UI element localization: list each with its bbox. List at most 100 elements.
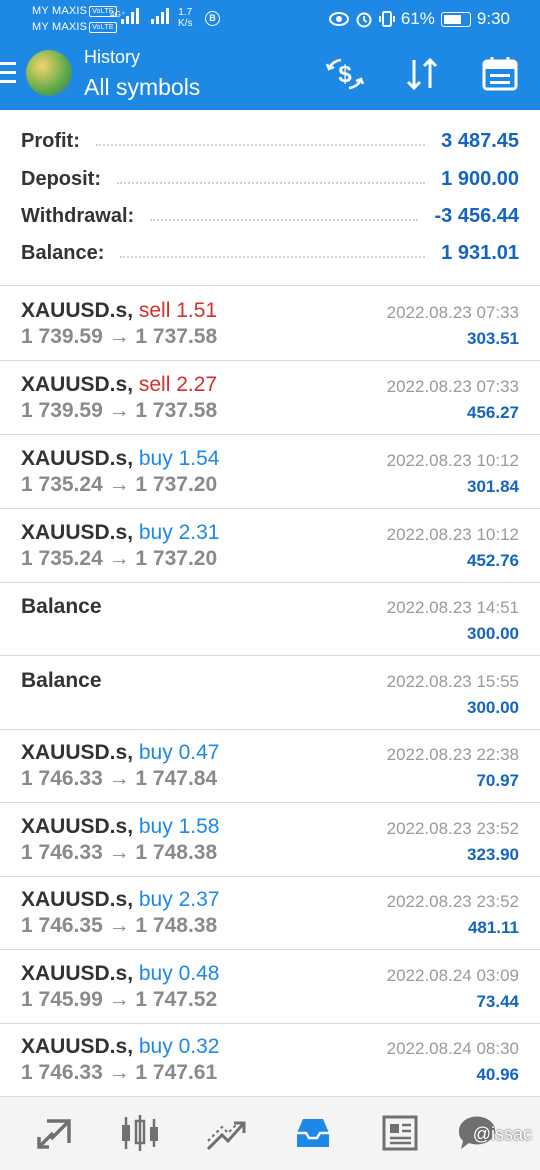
deal-profit: 301.84 (467, 477, 519, 496)
quotes-icon[interactable] (33, 1113, 77, 1153)
deal-prices: 1 745.99 → 1 747.52 (21, 988, 218, 1011)
summary-value: -3 456.44 (434, 204, 519, 227)
deal-prices: 1 746.33 → 1 748.38 (21, 841, 218, 864)
deal-time: 2022.08.23 23:52 (386, 819, 519, 838)
deal-prices: 1 746.35 → 1 748.38 (21, 914, 218, 937)
speed-value: 1.7 (178, 7, 193, 18)
volte-badge-2: VoLTE (89, 22, 117, 33)
summary-row-deposit: Deposit: 1 900.00 (21, 161, 519, 197)
sort-icon[interactable] (400, 52, 444, 96)
balance-row[interactable]: Balance 2022.08.23 14:51 300.00 (0, 582, 540, 656)
history-icon[interactable] (291, 1113, 335, 1153)
page-subtitle: History (84, 47, 141, 67)
deal-row[interactable]: XAUUSD.s, buy 0.32 1 746.33 → 1 747.61 2… (0, 1023, 540, 1097)
alarm-icon (356, 12, 372, 28)
deal-side: buy 0.32 (138, 1035, 220, 1058)
signal-2-icon (151, 8, 169, 24)
deal-time: 2022.08.24 08:30 (386, 1039, 519, 1058)
summary-label: Withdrawal: (21, 204, 135, 227)
summary-row-withdrawal: Withdrawal: -3 456.44 (21, 198, 519, 234)
deal-time: 2022.08.23 10:12 (386, 451, 519, 470)
dotted-leader (117, 182, 426, 184)
deal-time: 2022.08.23 10:12 (386, 525, 519, 544)
deal-side: buy 2.31 (138, 521, 220, 544)
vibrate-icon (378, 11, 395, 27)
deal-profit: 40.96 (476, 1065, 519, 1084)
b-badge: B (205, 11, 220, 26)
clock: 9:30 (476, 9, 510, 28)
deal-profit: 70.97 (476, 771, 519, 790)
app-header: MY MAXIS VoLTE MY MAXIS VoLTE 4G⁺ 1.7 K/s … (0, 0, 540, 110)
deal-symbol: XAUUSD.s, (21, 447, 134, 470)
deal-profit: 323.90 (467, 845, 519, 864)
dotted-leader (150, 219, 419, 221)
deal-symbol: Balance (21, 669, 102, 692)
deal-prices: 1 739.59 → 1 737.58 (21, 325, 218, 348)
carrier-1: MY MAXIS VoLTE (32, 4, 117, 18)
deal-time: 2022.08.23 22:38 (386, 745, 519, 764)
deal-profit: 456.27 (467, 403, 519, 422)
deal-row[interactable]: XAUUSD.s, sell 2.27 1 739.59 → 1 737.58 … (0, 361, 540, 435)
svg-text:$: $ (338, 61, 352, 88)
deal-side: buy 0.47 (138, 741, 220, 764)
watermark: @issac (472, 1124, 532, 1144)
deal-profit: 303.51 (467, 329, 519, 348)
deal-profit: 481.11 (467, 918, 519, 937)
deal-row[interactable]: XAUUSD.s, buy 0.48 1 745.99 → 1 747.52 2… (0, 950, 540, 1024)
deal-symbol: Balance (21, 595, 102, 618)
deal-time: 2022.08.23 23:52 (386, 892, 519, 911)
deal-prices: 1 746.33 → 1 747.61 (21, 1061, 218, 1084)
deal-profit: 300.00 (467, 698, 519, 717)
deal-time: 2022.08.23 15:55 (386, 672, 519, 691)
deal-time: 2022.08.23 14:51 (386, 598, 519, 617)
summary-label: Balance: (21, 241, 105, 264)
battery-percent: 61% (400, 9, 435, 28)
chart-icon[interactable] (118, 1113, 162, 1153)
deal-prices: 1 735.24 → 1 737.20 (21, 473, 218, 496)
summary-value: 1 931.01 (441, 241, 519, 264)
balance-row[interactable]: Balance 2022.08.23 15:55 300.00 (0, 656, 540, 730)
calendar-icon[interactable] (478, 52, 522, 96)
deal-time: 2022.08.23 07:33 (386, 377, 519, 396)
deal-profit: 300.00 (467, 624, 519, 643)
deal-side: buy 1.58 (138, 815, 220, 838)
deal-symbol: XAUUSD.s, (21, 521, 134, 544)
deal-symbol: XAUUSD.s, (21, 741, 134, 764)
signal-icon (121, 8, 139, 24)
news-icon[interactable] (378, 1113, 422, 1153)
deal-prices: 1 739.59 → 1 737.58 (21, 399, 218, 422)
deal-side: sell 1.51 (138, 299, 218, 322)
bottom-nav (0, 1096, 540, 1170)
deal-row[interactable]: XAUUSD.s, buy 2.31 1 735.24 → 1 737.20 2… (0, 509, 540, 583)
deal-profit: 73.44 (476, 992, 519, 1011)
summary-panel: Profit: 3 487.45 Deposit: 1 900.00 Withd… (0, 110, 540, 286)
summary-value: 1 900.00 (441, 167, 519, 190)
battery-icon (440, 11, 471, 27)
deal-row[interactable]: XAUUSD.s, buy 0.47 1 746.33 → 1 747.84 2… (0, 729, 540, 803)
menu-icon[interactable] (0, 62, 16, 84)
deal-time: 2022.08.24 03:09 (386, 966, 519, 985)
deal-prices: 1 735.24 → 1 737.20 (21, 547, 218, 570)
eye-icon (328, 12, 349, 26)
deal-row[interactable]: XAUUSD.s, sell 1.51 1 739.59 → 1 737.58 … (0, 287, 540, 361)
page-title[interactable]: All symbols (84, 74, 200, 101)
summary-value: 3 487.45 (441, 129, 519, 152)
deal-row[interactable]: XAUUSD.s, buy 1.58 1 746.33 → 1 748.38 2… (0, 803, 540, 877)
deal-row[interactable]: XAUUSD.s, buy 2.37 1 746.35 → 1 748.38 2… (0, 876, 540, 950)
status-bar: MY MAXIS VoLTE MY MAXIS VoLTE 4G⁺ 1.7 K/s … (0, 0, 540, 40)
deal-side: buy 1.54 (138, 447, 220, 470)
dotted-leader (95, 144, 426, 146)
deal-symbol: XAUUSD.s, (21, 815, 134, 838)
deal-symbol: XAUUSD.s, (21, 1035, 134, 1058)
deal-side: sell 2.27 (138, 373, 218, 396)
speed-unit: K/s (178, 18, 193, 29)
trade-icon[interactable] (204, 1113, 248, 1153)
dollar-swap-icon[interactable]: $ (323, 52, 367, 96)
deal-symbol: XAUUSD.s, (21, 962, 134, 985)
deal-time: 2022.08.23 07:33 (386, 303, 519, 322)
summary-row-profit: Profit: 3 487.45 (21, 123, 519, 159)
deal-row[interactable]: XAUUSD.s, buy 1.54 1 735.24 → 1 737.20 2… (0, 435, 540, 509)
dotted-leader (120, 256, 426, 258)
carrier-2-name: MY MAXIS (32, 21, 88, 33)
deal-prices: 1 746.33 → 1 747.84 (21, 767, 218, 790)
